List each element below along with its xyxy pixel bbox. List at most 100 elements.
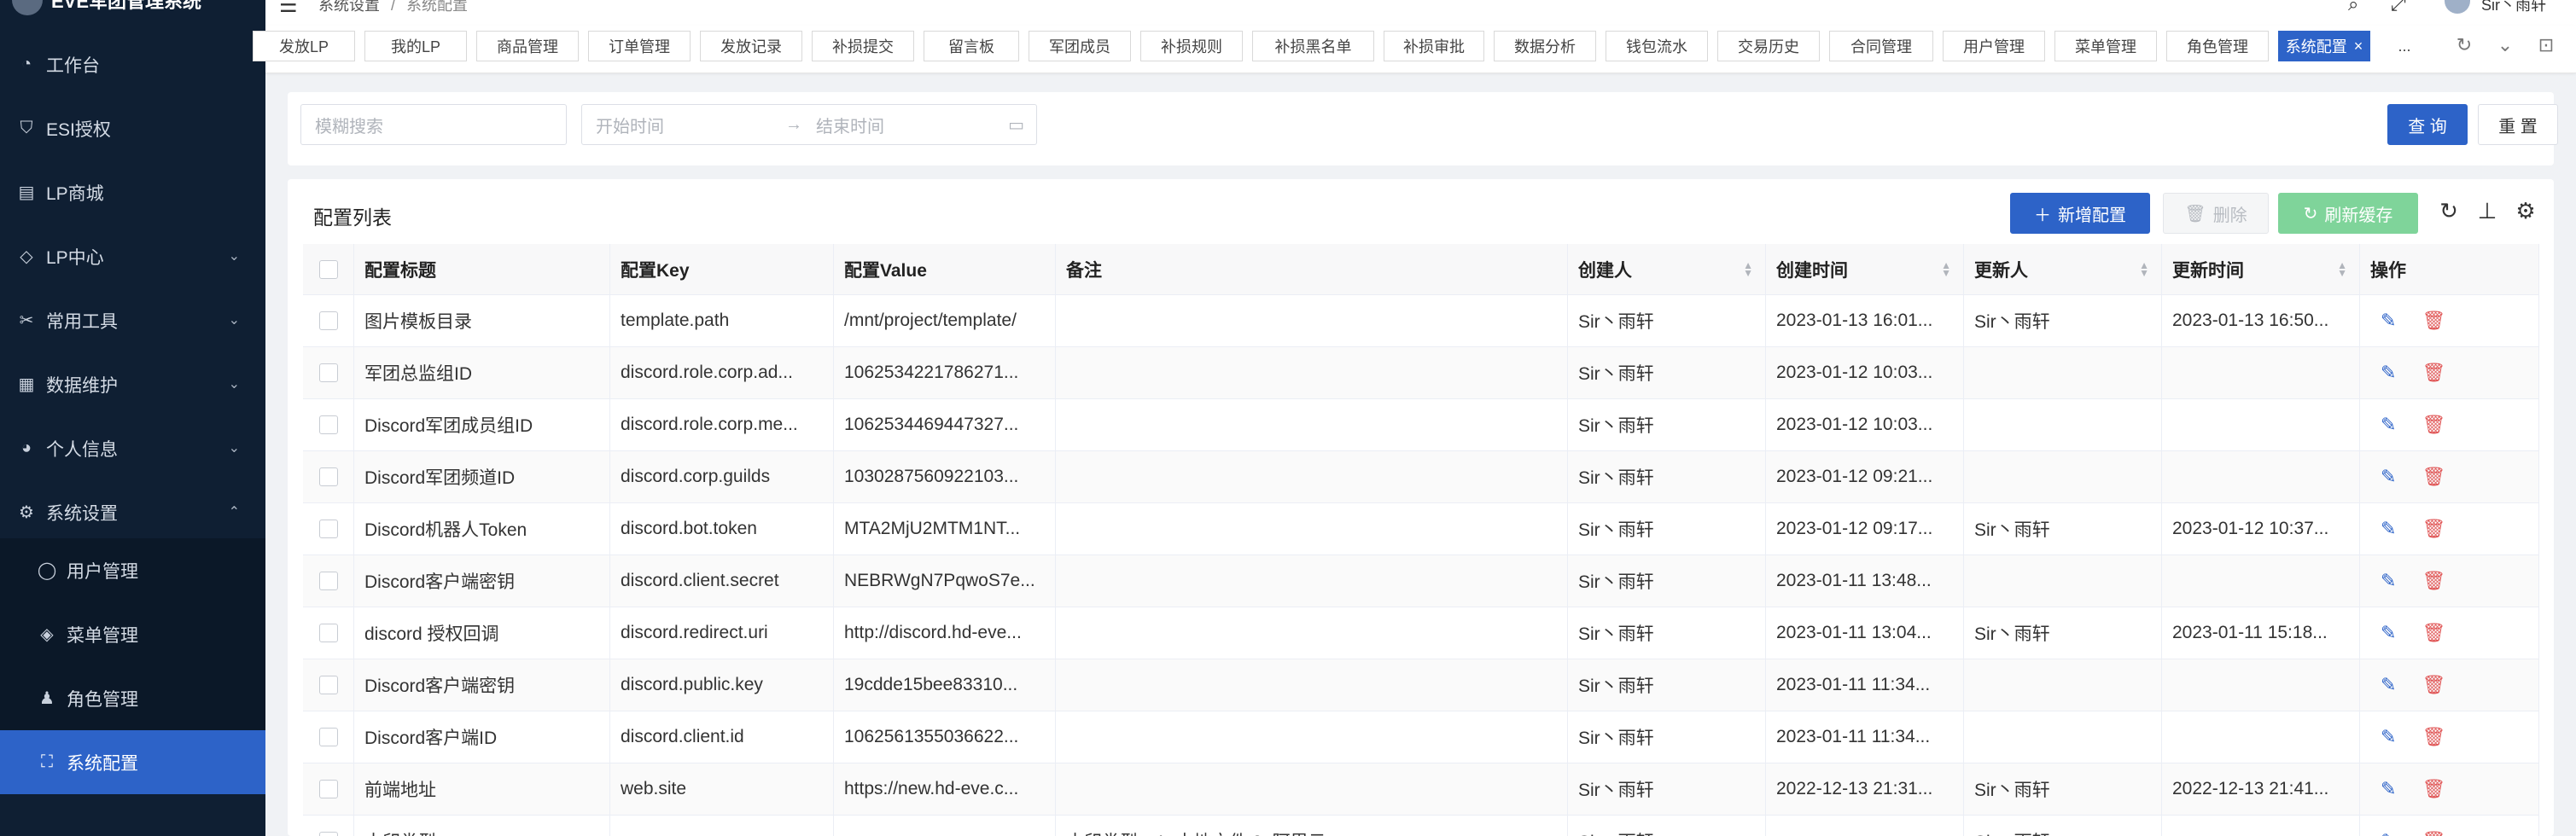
refresh-cache-button[interactable]: ↻ 刷新缓存 (2278, 193, 2418, 234)
tab-11[interactable]: 数据分析 (1494, 31, 1596, 61)
tab-15[interactable]: 用户管理 (1943, 31, 2045, 61)
row-checkbox[interactable] (318, 363, 338, 382)
delete-icon[interactable]: 🗑 (2422, 362, 2445, 384)
edit-icon[interactable]: ✎ (2381, 778, 2396, 800)
sidebar-subitem-1[interactable]: ◈ 菜单管理 (0, 602, 265, 666)
expand-icon[interactable]: ⊡ (2533, 34, 2559, 56)
edit-icon[interactable]: ✎ (2381, 570, 2396, 592)
sidebar-item-6[interactable]: ◕ 个人信息 ⌄ (0, 416, 265, 480)
tab-6[interactable]: 留言板 (924, 31, 1019, 61)
chevron-down-icon[interactable]: ⌄ (2492, 34, 2518, 56)
tab-4[interactable]: 发放记录 (700, 31, 802, 61)
edit-icon[interactable]: ✎ (2381, 674, 2396, 696)
tab-9[interactable]: 补损黑名单 (1252, 31, 1374, 61)
reset-button[interactable]: 重 置 (2478, 104, 2558, 145)
close-icon[interactable]: × (2354, 38, 2363, 55)
date-range-picker[interactable]: 开始时间 → 结束时间 ▭ (581, 104, 1037, 145)
row-checkbox[interactable] (318, 676, 338, 694)
table-row[interactable]: Discord军团成员组ID discord.role.corp.me... 106… (303, 399, 2539, 451)
table-row[interactable]: Discord客户端密钥 discord.public.key 19cdde15be… (303, 659, 2539, 711)
row-checkbox[interactable] (318, 832, 338, 836)
select-all-cell[interactable] (303, 244, 354, 294)
edit-icon[interactable]: ✎ (2381, 466, 2396, 488)
refresh-tab-icon[interactable]: ↻ (2451, 34, 2477, 56)
row-checkbox[interactable] (318, 780, 338, 798)
fullscreen-icon[interactable]: ⤢ (2391, 0, 2406, 15)
row-checkbox[interactable] (318, 311, 338, 330)
tab-12[interactable]: 钱包流水 (1606, 31, 1708, 61)
sidebar-item-1[interactable]: ⛉ ESI授权 (0, 96, 265, 160)
delete-icon[interactable]: 🗑 (2422, 310, 2445, 332)
edit-icon[interactable]: ✎ (2381, 310, 2396, 332)
settings-icon[interactable]: ⚙ (2511, 198, 2540, 224)
tab-7[interactable]: 军团成员 (1029, 31, 1131, 61)
edit-icon[interactable]: ✎ (2381, 726, 2396, 748)
tab-13[interactable]: 交易历史 (1717, 31, 1820, 61)
tab-1[interactable]: 我的LP (364, 31, 467, 61)
table-row[interactable]: Discord客户端密钥 discord.client.secret NEBRWgN… (303, 555, 2539, 607)
delete-icon[interactable]: 🗑 (2422, 466, 2445, 488)
tab-8[interactable]: 补损规则 (1140, 31, 1243, 61)
sidebar-item-2[interactable]: ▤ LP商城 (0, 160, 265, 224)
more-tabs-button[interactable]: ... (2380, 31, 2429, 61)
sort-icon[interactable]: ▲ ▼ (1743, 260, 1753, 278)
search-input[interactable]: 模糊搜索 (300, 104, 567, 145)
delete-icon[interactable]: 🗑 (2422, 674, 2445, 696)
delete-icon[interactable]: 🗑 (2422, 622, 2445, 644)
add-config-button[interactable]: ＋ 新增配置 (2010, 193, 2150, 234)
tab-3[interactable]: 订单管理 (588, 31, 691, 61)
row-checkbox[interactable] (318, 415, 338, 434)
user-name[interactable]: Sir丶雨轩 (2481, 0, 2546, 15)
delete-icon[interactable]: 🗑 (2422, 726, 2445, 748)
delete-icon[interactable]: 🗑 (2422, 414, 2445, 436)
sort-icon[interactable]: ▲ ▼ (2139, 260, 2149, 278)
edit-icon[interactable]: ✎ (2381, 414, 2396, 436)
menu-toggle-icon[interactable]: ☰ (279, 0, 298, 18)
sidebar-subitem-2[interactable]: ♟ 角色管理 (0, 666, 265, 730)
delete-icon[interactable]: 🗑 (2422, 570, 2445, 592)
table-row[interactable]: 军团总监组ID discord.role.corp.ad... 1062534221… (303, 347, 2539, 399)
tab-0[interactable]: 发放LP (253, 31, 355, 61)
edit-icon[interactable]: ✎ (2381, 362, 2396, 384)
select-all-checkbox[interactable] (318, 259, 338, 279)
edit-icon[interactable]: ✎ (2381, 830, 2396, 836)
table-row[interactable]: Discord军团频道ID discord.corp.guilds 10302875… (303, 451, 2539, 503)
tab-5[interactable]: 补损提交 (812, 31, 914, 61)
sort-icon[interactable]: ▲ ▼ (2337, 260, 2347, 278)
tab-2[interactable]: 商品管理 (476, 31, 579, 61)
table-row[interactable]: discord 授权回调 discord.redirect.uri http://d… (303, 607, 2539, 659)
sidebar-item-3[interactable]: ◇ LP中心 ⌄ (0, 224, 265, 288)
sidebar-item-0[interactable]: ◔ 工作台 (0, 32, 265, 96)
edit-icon[interactable]: ✎ (2381, 622, 2396, 644)
edit-icon[interactable]: ✎ (2381, 518, 2396, 540)
sidebar-item-4[interactable]: ✂ 常用工具 ⌄ (0, 288, 265, 352)
row-checkbox[interactable] (318, 572, 338, 590)
row-checkbox[interactable] (318, 467, 338, 486)
reload-table-icon[interactable]: ↻ (2434, 198, 2463, 224)
search-icon[interactable]: ⌕ (2348, 0, 2358, 15)
delete-icon[interactable]: 🗑 (2422, 830, 2445, 836)
sidebar-subitem-3[interactable]: ⛶ 系统配置 (0, 730, 265, 794)
delete-button[interactable]: 🗑 删除 (2163, 193, 2269, 234)
table-row[interactable]: 图片模板目录 template.path/mnt/project/template… (303, 295, 2539, 347)
table-row[interactable]: Discord客户端ID discord.client.id 10625613550… (303, 711, 2539, 763)
breadcrumb-parent[interactable]: 系统设置 (318, 0, 380, 14)
row-checkbox[interactable] (318, 520, 338, 538)
query-button[interactable]: 查 询 (2387, 104, 2468, 145)
row-checkbox[interactable] (318, 624, 338, 642)
sidebar-item-5[interactable]: ▦ 数据维护 ⌄ (0, 352, 265, 416)
table-row[interactable]: 水印类型水印类型：1. 本地文件 2. 阿里云Sir丶雨轩Sir丶雨轩✎🗑 (303, 816, 2539, 836)
tab-18[interactable]: 系统配置 × (2278, 31, 2370, 61)
row-checkbox[interactable] (318, 728, 338, 746)
avatar[interactable] (2445, 0, 2470, 14)
tab-10[interactable]: 补损审批 (1384, 31, 1484, 61)
sort-icon[interactable]: ▲ ▼ (1941, 260, 1951, 278)
tab-14[interactable]: 合同管理 (1829, 31, 1933, 61)
table-row[interactable]: Discord机器人Token discord.bot.token MTA2MjU2… (303, 503, 2539, 555)
table-row[interactable]: 前端地址 web.site https://new.hd-eve.c... Sir丶雨… (303, 763, 2539, 816)
sidebar-subitem-0[interactable]: ◯ 用户管理 (0, 538, 265, 602)
sidebar-item-7[interactable]: ⚙ 系统设置 ⌃ (0, 480, 265, 544)
delete-icon[interactable]: 🗑 (2422, 518, 2445, 540)
delete-icon[interactable]: 🗑 (2422, 778, 2445, 800)
column-height-icon[interactable]: ⊥ (2473, 198, 2502, 224)
